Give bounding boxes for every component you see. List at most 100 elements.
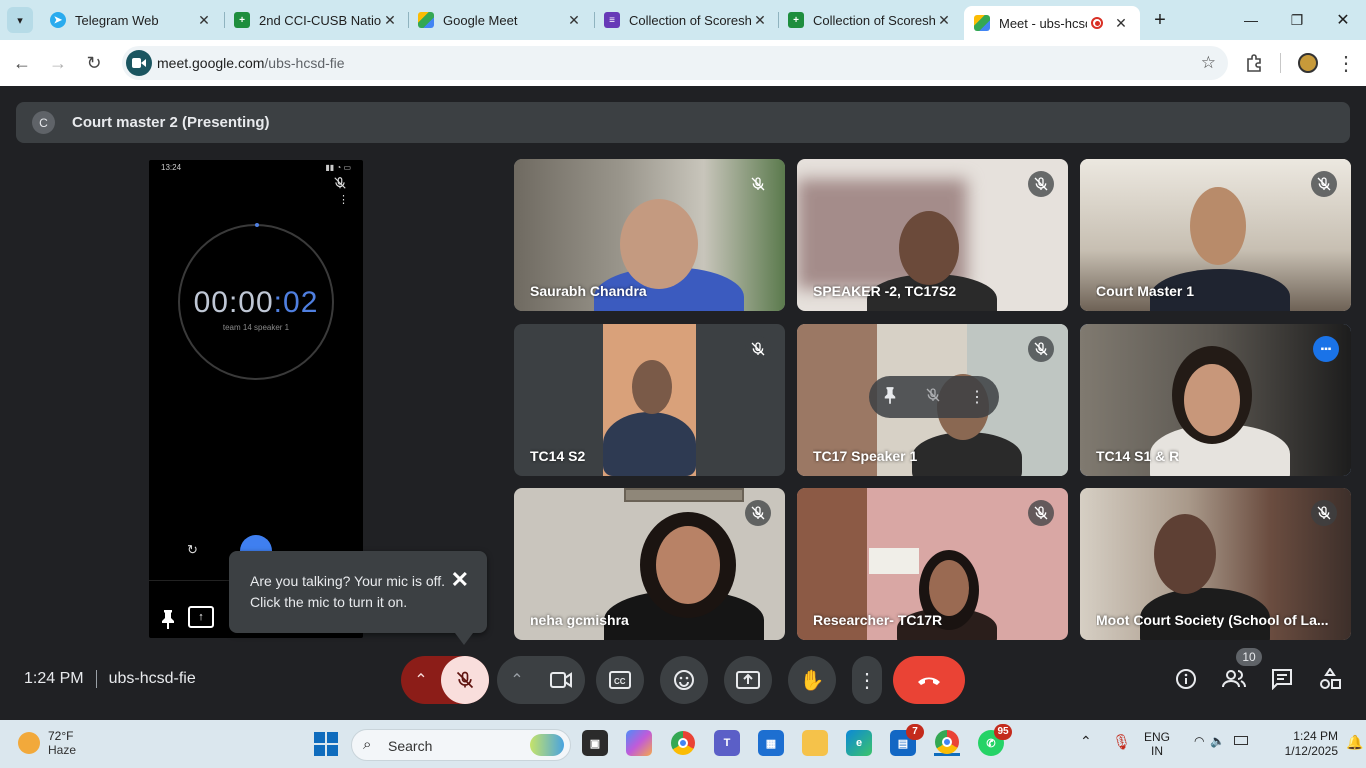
whatsapp-icon[interactable]: ✆ 95	[978, 724, 1012, 756]
audio-options-button[interactable]: ⌃	[401, 656, 441, 704]
chrome-menu-icon[interactable]: ⋮	[1332, 49, 1360, 77]
more-options-button[interactable]: ⋮	[852, 656, 882, 704]
windows-taskbar: 72°F Haze ⌕ Search ▣ T ▦ e ▤ 7 ✆ 95 ⌃ 🎙 EN…	[0, 720, 1366, 768]
start-button[interactable]	[314, 732, 338, 756]
participant-name: Researcher- TC17R	[813, 612, 943, 628]
mic-off-icon	[745, 171, 771, 197]
file-explorer-icon[interactable]	[802, 730, 828, 756]
weather-widget[interactable]: 72°F Haze	[18, 729, 76, 757]
tab-sheets-national[interactable]: + 2nd CCI-CUSB National ✕	[224, 6, 406, 34]
notification-bell-icon[interactable]: 🔔	[1346, 734, 1363, 751]
address-bar[interactable]: meet.google.com/ubs-hcsd-fie ☆	[122, 46, 1228, 80]
participant-tile[interactable]: SPEAKER -2, TC17S2	[797, 159, 1068, 311]
divider	[95, 670, 97, 688]
close-window-button[interactable]: ✕	[1320, 0, 1366, 40]
more-options-icon[interactable]: ⋮	[969, 387, 985, 407]
taskbar-search[interactable]: ⌕ Search	[351, 729, 571, 761]
browser-toolbar: ← → ↻ meet.google.com/ubs-hcsd-fie ☆ ⋮	[0, 40, 1366, 86]
close-tab-icon[interactable]: ✕	[196, 12, 212, 29]
pin-icon[interactable]	[883, 386, 897, 409]
mic-toggle-button[interactable]	[441, 656, 489, 704]
mic-in-use-icon[interactable]: 🎙	[1112, 733, 1131, 751]
call-end-icon	[916, 674, 942, 686]
windows-logo-icon	[314, 732, 325, 743]
extensions-icon[interactable]	[1240, 49, 1268, 77]
reactions-button[interactable]	[660, 656, 708, 704]
task-view-icon[interactable]: ▣	[582, 730, 608, 756]
leave-call-button[interactable]	[893, 656, 965, 704]
mic-off-icon	[745, 336, 771, 362]
tab-title: Collection of Scoresheet	[813, 12, 936, 28]
participant-tile[interactable]: neha gcmishra	[514, 488, 785, 640]
participant-tile[interactable]: TC14 S2	[514, 324, 785, 476]
video-options-button[interactable]: ⌃	[497, 656, 537, 704]
people-icon	[1222, 669, 1246, 694]
close-tab-icon[interactable]: ✕	[382, 12, 398, 29]
language-indicator[interactable]: ENG IN	[1144, 730, 1170, 758]
close-icon[interactable]: ✕	[451, 567, 469, 593]
participant-tile[interactable]: Saurabh Chandra	[514, 159, 785, 311]
volume-icon[interactable]: 🔈	[1210, 734, 1225, 748]
picture-frame	[624, 488, 744, 502]
chat-button[interactable]	[1269, 668, 1295, 694]
chevron-up-icon[interactable]: ⌃	[1080, 733, 1092, 750]
bookmark-star-icon[interactable]: ☆	[1201, 53, 1216, 73]
tab-forms-scoresheet[interactable]: ≡ Collection of Scoresheet ✕	[594, 6, 776, 34]
reload-button[interactable]: ↻	[80, 49, 108, 77]
close-tab-icon[interactable]: ✕	[1113, 15, 1129, 32]
participant-name: TC14 S2	[530, 448, 586, 464]
tab-search-button[interactable]: ▾	[7, 7, 33, 33]
mic-off-icon	[1311, 171, 1337, 197]
present-now-button[interactable]	[724, 656, 772, 704]
participant-tile[interactable]: Researcher- TC17R	[797, 488, 1068, 640]
taskbar-clock[interactable]: 1:24 PM 1/12/2025	[1264, 729, 1338, 759]
participant-tile[interactable]: Moot Court Society (School of La...	[1080, 488, 1351, 640]
new-tab-button[interactable]: +	[1144, 0, 1176, 40]
tab-sheets-scoresheet[interactable]: + Collection of Scoresheet ✕	[778, 6, 960, 34]
participant-tile[interactable]: ⋮ TC17 Speaker 1	[797, 324, 1068, 476]
battery-icon[interactable]	[1234, 736, 1248, 745]
chrome-active-icon[interactable]	[934, 729, 960, 756]
activities-button[interactable]	[1317, 666, 1343, 694]
forward-button[interactable]: →	[44, 49, 72, 77]
chrome-icon[interactable]	[670, 730, 696, 756]
minimize-button[interactable]: —	[1228, 0, 1274, 40]
tab-telegram[interactable]: ➤ Telegram Web ✕	[40, 6, 220, 34]
copilot-icon[interactable]	[626, 730, 652, 756]
participant-tile-speaking[interactable]: ▪▪▪ TC14 S1 & R	[1080, 324, 1351, 476]
wifi-icon[interactable]: ◠	[1194, 734, 1204, 748]
close-tab-icon[interactable]: ✕	[936, 12, 952, 29]
people-button[interactable]	[1221, 668, 1247, 694]
close-tab-icon[interactable]: ✕	[566, 12, 582, 29]
present-to-all-icon[interactable]: ↑	[188, 606, 214, 628]
teams-icon[interactable]: T	[714, 730, 740, 756]
maximize-button[interactable]: ❐	[1274, 0, 1320, 40]
mic-off-icon	[1028, 500, 1054, 526]
mute-participant-icon[interactable]	[925, 387, 941, 408]
chat-icon	[1271, 668, 1293, 695]
raise-hand-button[interactable]: ✋	[788, 656, 836, 704]
teams-work-icon[interactable]: ▤ 7	[890, 724, 924, 756]
chevron-down-icon: ▾	[17, 14, 23, 27]
camera-toggle-button[interactable]	[537, 656, 585, 704]
meeting-info-button[interactable]	[1173, 668, 1199, 694]
meeting-code: ubs-hcsd-fie	[108, 670, 196, 688]
tab-title: Google Meet	[443, 12, 518, 28]
tab-google-meet[interactable]: Google Meet ✕	[408, 6, 590, 34]
store-icon[interactable]: ▦	[758, 730, 784, 756]
pin-icon[interactable]	[160, 609, 176, 634]
url-text: meet.google.com/ubs-hcsd-fie	[157, 55, 345, 71]
tab-meet-active[interactable]: Meet - ubs-hcsd-fie ✕	[964, 6, 1140, 40]
back-button[interactable]: ←	[8, 49, 36, 77]
profile-avatar[interactable]	[1294, 49, 1322, 77]
site-info-icon[interactable]	[126, 50, 152, 76]
mic-off-icon	[1028, 336, 1054, 362]
edge-icon[interactable]: e	[846, 730, 872, 756]
close-tab-icon[interactable]: ✕	[752, 12, 768, 29]
participant-tile[interactable]: Court Master 1	[1080, 159, 1351, 311]
tooltip-text: Are you talking? Your mic is off. Click …	[250, 573, 446, 610]
participant-head	[1154, 514, 1216, 594]
captions-button[interactable]: CC	[596, 656, 644, 704]
meet-icon	[974, 15, 990, 31]
info-icon	[1175, 668, 1197, 695]
